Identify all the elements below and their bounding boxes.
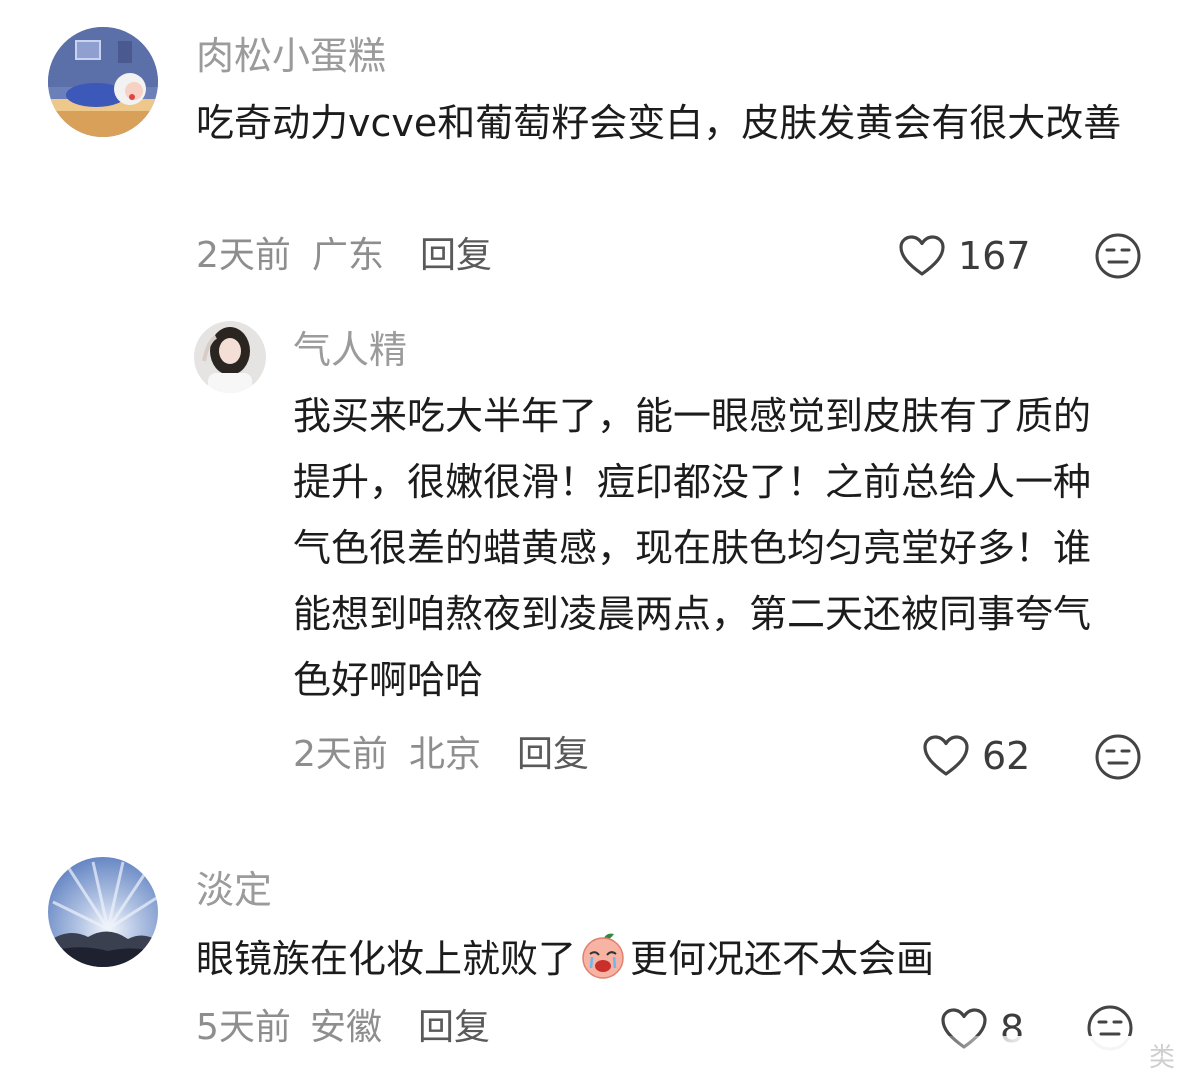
comment-text[interactable]: 吃奇动力vcve和葡萄籽会变白，皮肤发黄会有很大改善 <box>196 90 1128 156</box>
meh-face-icon <box>1095 233 1141 279</box>
sleeping-cartoon-avatar-icon <box>48 27 158 137</box>
comment-text-part: 更何况还不太会画 <box>630 937 935 981</box>
reply-time: 2天前 <box>293 734 388 775</box>
reply-location: 北京 <box>409 734 482 775</box>
reply-text[interactable]: 我买来吃大半年了，能一眼感觉到皮肤有了质的提升，很嫩很滑！痘印都没了！之前总给人… <box>293 383 1128 713</box>
comment-text-part: 眼镜族在化妆上就败了 <box>196 937 577 981</box>
reply-button[interactable]: 回复 <box>418 1006 490 1050</box>
like-button[interactable]: 167 <box>898 233 1031 279</box>
reply-button[interactable]: 回复 <box>420 234 492 278</box>
heart-outline-icon <box>899 235 945 276</box>
comment-time: 5天前 <box>196 1007 291 1048</box>
watermark-fade <box>921 1036 1181 1080</box>
dislike-button[interactable] <box>1094 733 1142 785</box>
avatar[interactable] <box>48 27 158 137</box>
comment-time: 2天前 <box>196 235 291 276</box>
dislike-button[interactable] <box>1094 232 1142 284</box>
comment-location: 安徽 <box>310 1007 383 1048</box>
meh-face-icon <box>1095 734 1141 780</box>
sky-sunrays-avatar-icon <box>48 857 158 967</box>
like-button[interactable]: 62 <box>922 733 1030 779</box>
reply-username[interactable]: 气人精 <box>293 328 407 372</box>
avatar[interactable] <box>194 321 266 393</box>
watermark-text: 类 <box>1148 1043 1175 1073</box>
girl-photo-avatar-icon <box>194 321 266 393</box>
crying-peach-emoji-icon <box>578 930 628 980</box>
comment-username[interactable]: 淡定 <box>196 868 272 912</box>
like-count: 167 <box>958 234 1031 278</box>
comment-location: 广东 <box>312 235 385 276</box>
like-count: 62 <box>982 734 1031 778</box>
heart-outline-icon <box>923 735 969 776</box>
comment-username[interactable]: 肉松小蛋糕 <box>196 34 386 78</box>
comment-text[interactable]: 眼镜族在化妆上就败了 更何况还不太会画 <box>196 926 1128 992</box>
reply-button[interactable]: 回复 <box>517 733 589 777</box>
avatar[interactable] <box>48 857 158 967</box>
